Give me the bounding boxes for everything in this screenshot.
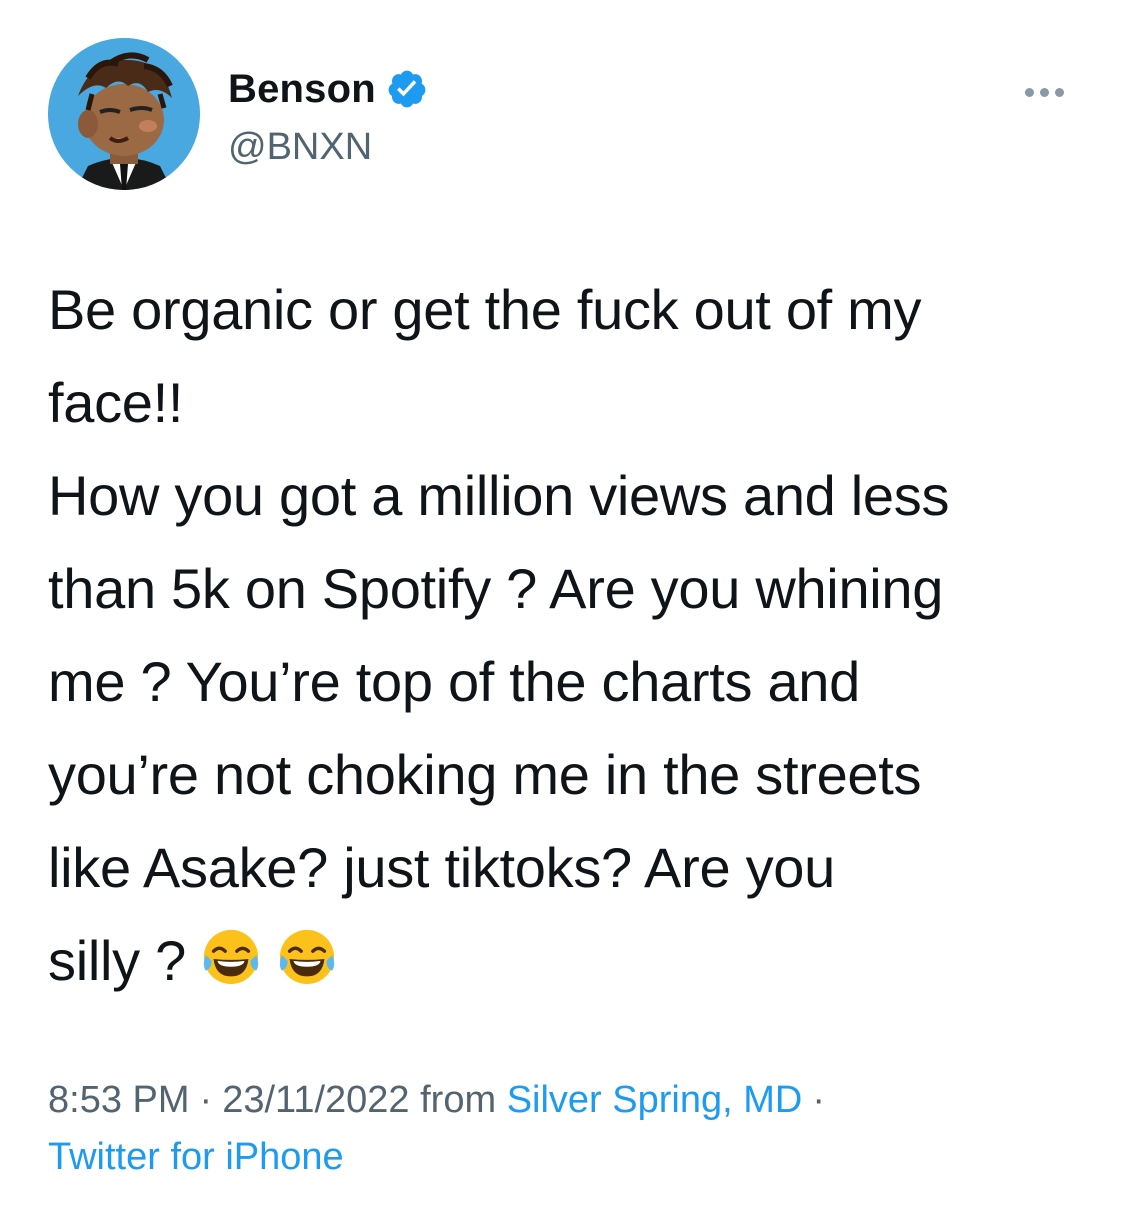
- avatar[interactable]: [48, 38, 200, 190]
- dot: [1055, 88, 1064, 97]
- dot: [1040, 88, 1049, 97]
- display-name[interactable]: Benson: [228, 67, 376, 112]
- tweet: Benson @BNXN Be organic or get the fuck …: [0, 0, 1125, 1214]
- verified-badge-icon: [386, 68, 428, 110]
- location-link[interactable]: Silver Spring, MD: [507, 1079, 803, 1121]
- tweet-line: silly ?: [48, 929, 186, 992]
- author-names: Benson @BNXN: [228, 64, 428, 169]
- display-name-row: Benson: [228, 64, 428, 114]
- tweet-date[interactable]: 23/11/2022: [222, 1079, 409, 1121]
- more-horizontal-icon[interactable]: [1019, 82, 1070, 103]
- tweet-line: you’re not choking me in the streets: [48, 743, 922, 806]
- tweet-line: Be organic or get the fuck out of my: [48, 278, 922, 341]
- tweet-line: than 5k on Spotify ? Are you whining: [48, 557, 944, 620]
- tweet-line: How you got a million views and less: [48, 464, 950, 527]
- separator: ·: [199, 1079, 213, 1121]
- tweet-time[interactable]: 8:53 PM: [48, 1079, 190, 1121]
- tweet-line: like Asake? just tiktoks? Are you: [48, 836, 835, 899]
- client-link[interactable]: Twitter for iPhone: [48, 1136, 344, 1178]
- face-with-tears-of-joy-icon: [200, 922, 262, 985]
- dot: [1025, 88, 1034, 97]
- avatar-illustration: [48, 38, 200, 190]
- handle[interactable]: @BNXN: [228, 126, 428, 169]
- from-label: from: [420, 1079, 497, 1121]
- tweet-header: Benson @BNXN: [48, 38, 1078, 193]
- tweet-meta: 8:53 PM · 23/11/2022 from Silver Spring, M…: [48, 1072, 1088, 1186]
- separator: ·: [812, 1079, 825, 1121]
- tweet-text: Be organic or get the fuck out of my fac…: [48, 263, 1088, 1007]
- face-with-tears-of-joy-icon: [276, 922, 338, 985]
- tweet-line: me ? You’re top of the charts and: [48, 650, 860, 713]
- tweet-line: face!!: [48, 371, 184, 434]
